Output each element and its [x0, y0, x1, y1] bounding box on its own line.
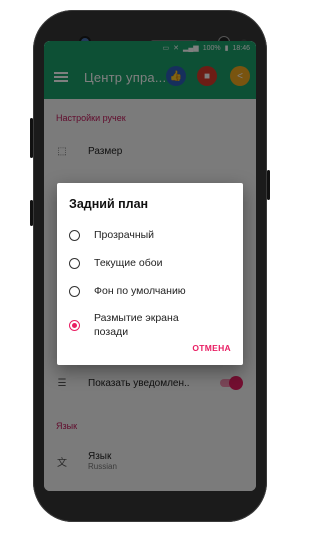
option-default-background[interactable]: Фон по умолчанию [57, 277, 243, 305]
radio-button[interactable] [69, 257, 80, 269]
option-transparent[interactable]: Прозрачный [57, 221, 243, 249]
background-dialog: Задний план Прозрачный Текущие обои Фон … [57, 183, 243, 365]
option-label: Текущие обои [94, 257, 163, 269]
option-label: Размытие экрана позади [94, 312, 179, 338]
volume-button [30, 118, 33, 158]
radio-button[interactable] [69, 285, 80, 297]
radio-button[interactable] [69, 229, 80, 241]
dialog-title: Задний план [69, 197, 149, 211]
cancel-button[interactable]: ОТМЕНА [192, 343, 231, 353]
option-label: Фон по умолчанию [94, 285, 186, 297]
bixby-button [30, 200, 33, 226]
option-blur-screen[interactable]: Размытие экрана позади [57, 305, 243, 345]
power-button [267, 170, 270, 200]
option-label: Прозрачный [94, 229, 155, 241]
radio-button-selected[interactable] [69, 319, 80, 331]
phone-screen: ▭ ✕ ▂▄▆ 100% ▮ 18:46 Центр упра... 👍 ■ <… [44, 41, 256, 491]
option-current-wallpaper[interactable]: Текущие обои [57, 249, 243, 277]
